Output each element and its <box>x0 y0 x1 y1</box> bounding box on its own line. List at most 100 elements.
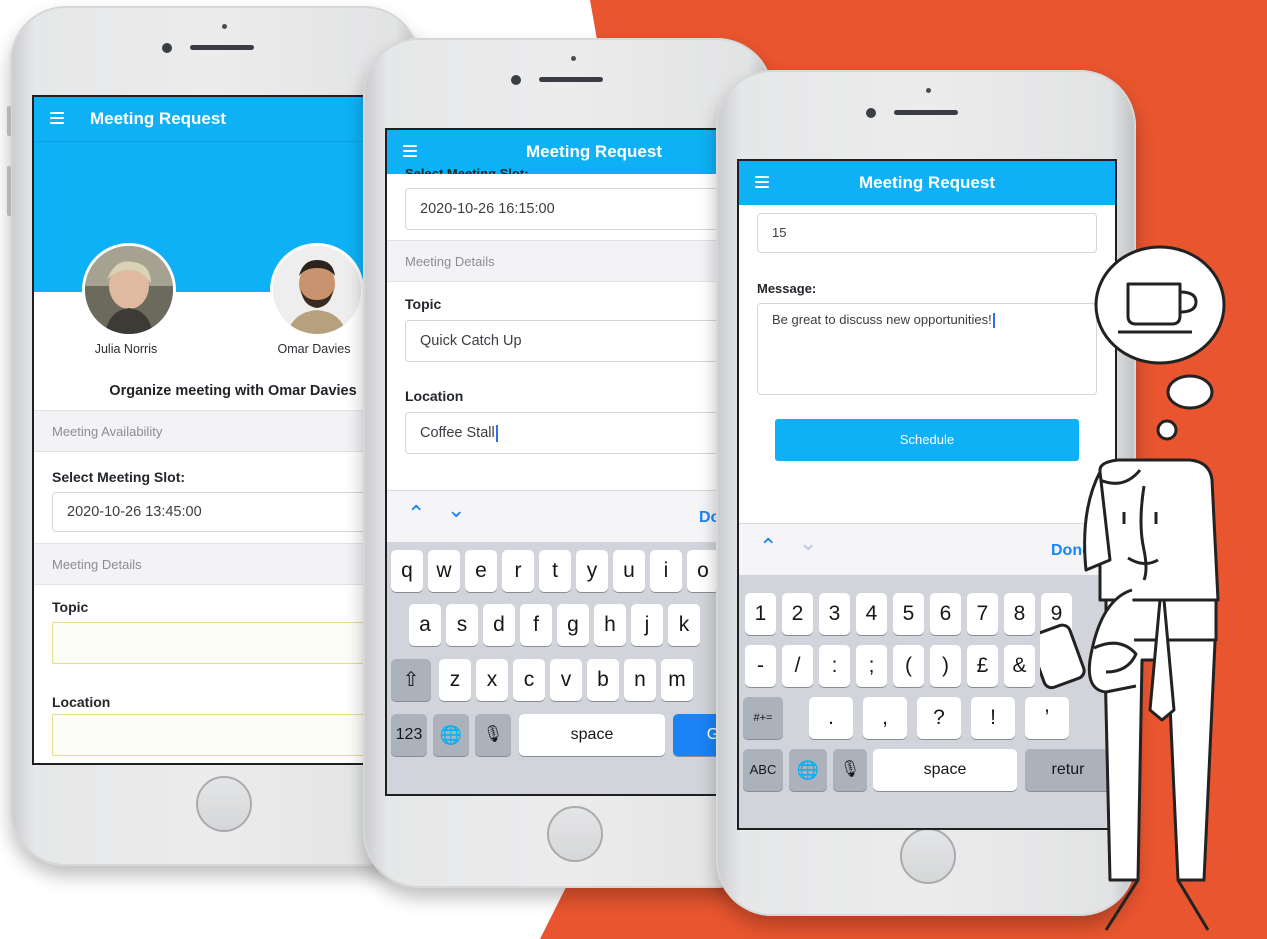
shift-key[interactable]: ⇧ <box>391 659 431 701</box>
sensor-dot <box>926 88 931 93</box>
sensor-dot <box>222 24 227 29</box>
symbols-key[interactable]: #+= <box>743 697 783 739</box>
avatar-julia[interactable] <box>82 243 176 337</box>
key-y[interactable]: y <box>576 550 608 592</box>
key-.[interactable]: . <box>809 697 853 739</box>
key-4[interactable]: 4 <box>856 593 887 635</box>
front-camera <box>162 43 172 53</box>
chevron-up-icon[interactable]: ⌃ <box>759 534 777 560</box>
key-;[interactable]: ; <box>856 645 887 687</box>
key-)[interactable]: ) <box>930 645 961 687</box>
front-camera <box>866 108 876 118</box>
key-i[interactable]: i <box>650 550 682 592</box>
key-d[interactable]: d <box>483 604 515 646</box>
key-k[interactable]: k <box>668 604 700 646</box>
avatar-man-icon <box>273 246 361 334</box>
globe-icon[interactable]: 🌐 <box>789 749 827 791</box>
businessman-illustration <box>1040 245 1226 931</box>
microphone-icon[interactable]: 🎙 <box>475 714 511 756</box>
numbers-key[interactable]: 123 <box>391 714 427 756</box>
key-w[interactable]: w <box>428 550 460 592</box>
nav-bar: Meeting Request <box>739 161 1115 205</box>
key-5[interactable]: 5 <box>893 593 924 635</box>
businessman-figure <box>1040 458 1220 931</box>
front-camera <box>511 75 521 85</box>
key-u[interactable]: u <box>613 550 645 592</box>
key-a[interactable]: a <box>409 604 441 646</box>
key-r[interactable]: r <box>502 550 534 592</box>
screen-left: Meeting Request Julia Norris Omar Davies… <box>32 95 374 765</box>
topic-input[interactable]: Quick Catch Up <box>405 320 717 362</box>
home-button[interactable] <box>547 806 603 862</box>
key-3[interactable]: 3 <box>819 593 850 635</box>
key-s[interactable]: s <box>446 604 478 646</box>
nav-bar: Meeting Request <box>34 97 372 141</box>
sensor-dot <box>571 56 576 61</box>
key-j[interactable]: j <box>631 604 663 646</box>
key-,[interactable]: , <box>863 697 907 739</box>
message-value: Be great to discuss new opportunities! <box>772 312 992 327</box>
avatar-woman-icon <box>85 246 173 334</box>
key-c[interactable]: c <box>513 659 545 701</box>
key-&[interactable]: & <box>1004 645 1035 687</box>
key-z[interactable]: z <box>439 659 471 701</box>
key-g[interactable]: g <box>557 604 589 646</box>
location-label: Location <box>52 694 111 710</box>
microphone-icon[interactable]: 🎙 <box>833 749 867 791</box>
key--[interactable]: - <box>745 645 776 687</box>
key-e[interactable]: e <box>465 550 497 592</box>
key-h[interactable]: h <box>594 604 626 646</box>
meeting-slot-select[interactable]: 2020-10-26 16:15:00 <box>405 188 717 230</box>
key-1[interactable]: 1 <box>745 593 776 635</box>
key-([interactable]: ( <box>893 645 924 687</box>
key-f[interactable]: f <box>520 604 552 646</box>
space-key[interactable]: space <box>519 714 665 756</box>
page-title: Meeting Request <box>858 173 996 192</box>
key-n[interactable]: n <box>624 659 656 701</box>
key-o[interactable]: o <box>687 550 717 592</box>
key-![interactable]: ! <box>971 697 1015 739</box>
key-t[interactable]: t <box>539 550 571 592</box>
section-header-details: Meeting Details <box>34 543 372 585</box>
location-input[interactable]: Coffee Stall <box>405 412 717 454</box>
schedule-button[interactable]: Schedule <box>775 419 1079 461</box>
location-input[interactable] <box>52 714 372 756</box>
key-q[interactable]: q <box>391 550 423 592</box>
key-m[interactable]: m <box>661 659 693 701</box>
globe-icon[interactable]: 🌐 <box>433 714 469 756</box>
key-/[interactable]: / <box>782 645 813 687</box>
speaker-grille <box>894 110 958 115</box>
key-b[interactable]: b <box>587 659 619 701</box>
thought-bubble <box>1094 245 1226 441</box>
speaker-grille <box>539 77 603 82</box>
section-header-details: Meeting Details <box>387 240 717 282</box>
space-key[interactable]: space <box>873 749 1017 791</box>
chevron-down-icon[interactable]: ⌄ <box>799 530 817 556</box>
topic-label: Topic <box>405 296 442 312</box>
key-£[interactable]: £ <box>967 645 998 687</box>
home-button[interactable] <box>196 776 252 832</box>
key-8[interactable]: 8 <box>1004 593 1035 635</box>
key-7[interactable]: 7 <box>967 593 998 635</box>
page-title: Meeting Request <box>89 109 227 128</box>
text-caret <box>992 313 995 329</box>
topic-input[interactable] <box>52 622 372 664</box>
avatar-omar[interactable] <box>270 243 364 337</box>
home-button[interactable] <box>900 828 956 884</box>
key-x[interactable]: x <box>476 659 508 701</box>
text-caret <box>495 424 498 442</box>
chevron-down-icon[interactable]: ⌄ <box>447 497 465 523</box>
side-button <box>7 106 11 136</box>
key-2[interactable]: 2 <box>782 593 813 635</box>
key-v[interactable]: v <box>550 659 582 701</box>
chevron-up-icon[interactable]: ⌃ <box>407 501 425 527</box>
slot-label: Select Meeting Slot: <box>52 469 186 485</box>
key-6[interactable]: 6 <box>930 593 961 635</box>
meeting-slot-select[interactable]: 2020-10-26 13:45:00 <box>52 492 372 532</box>
go-key[interactable]: G <box>673 714 717 756</box>
abc-key[interactable]: ABC <box>743 749 783 791</box>
key-:[interactable]: : <box>819 645 850 687</box>
organize-heading: Organize meeting with Omar Davies <box>109 383 357 399</box>
key-?[interactable]: ? <box>917 697 961 739</box>
keyboard: qwertyuio asdfghjk zxcvbnm ⇧ 123 🌐 🎙 spa… <box>387 542 717 794</box>
